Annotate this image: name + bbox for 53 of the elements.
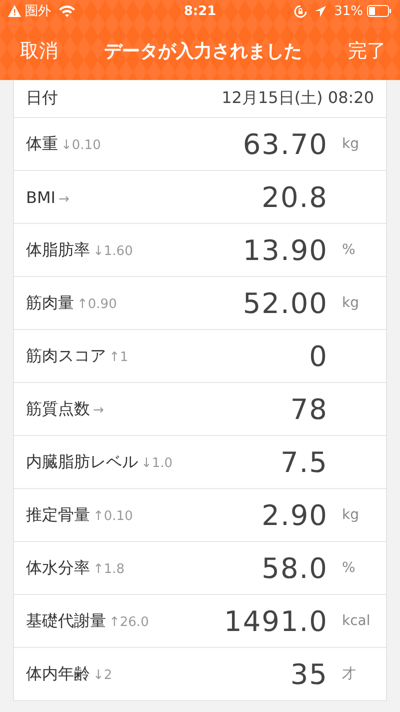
change-indicator: ↓1.60	[93, 244, 133, 258]
measure-label: 筋肉スコア	[26, 346, 106, 366]
change-indicator: ↑1.8	[93, 562, 125, 576]
change-indicator: ↓1.0	[141, 456, 173, 470]
measure-value: 58.0	[262, 552, 328, 584]
change-indicator: ↑1	[109, 350, 128, 364]
measure-value: 78	[290, 392, 328, 426]
battery-percent: 31%	[334, 4, 363, 18]
unit-label: kg	[341, 136, 360, 152]
carrier-text: 圏外	[25, 3, 51, 20]
measure-label: BMI	[26, 188, 56, 206]
unit-label: %	[341, 242, 356, 258]
status-time: 8:21	[184, 4, 216, 18]
measure-value: 35	[290, 658, 328, 690]
measure-value: 1491.0	[224, 604, 328, 638]
measure-label: 推定骨量	[26, 504, 90, 526]
measure-label: 体重	[26, 134, 58, 154]
unit-label: kg	[341, 507, 360, 523]
measure-label: 筋肉量	[26, 292, 74, 314]
measure-value: 52.00	[242, 286, 328, 320]
unit-label: 才	[341, 665, 357, 683]
nav-title: データが入力されました	[104, 40, 302, 63]
measure-label: 内臓脂肪レベル	[26, 452, 138, 472]
warning-icon	[8, 5, 21, 17]
change-indicator: ↓0.10	[61, 138, 101, 152]
change-indicator: ↑0.10	[93, 508, 133, 524]
rotation-lock-icon	[294, 4, 308, 18]
change-indicator: ↑26.0	[109, 614, 149, 630]
measure-value: 0	[309, 340, 328, 372]
measure-value: 63.70	[242, 128, 328, 160]
date-label: 日付	[26, 88, 58, 109]
measure-label: 筋質点数	[26, 398, 90, 420]
measure-value: 20.8	[262, 180, 328, 214]
measure-value: 13.90	[242, 234, 328, 266]
unit-label: kcal	[341, 613, 372, 629]
date-value: 12月15日(土) 08:20	[222, 88, 374, 109]
measure-label: 体脂肪率	[26, 240, 90, 260]
measure-value: 2.90	[262, 498, 328, 532]
battery-icon	[367, 5, 392, 17]
location-icon	[315, 6, 326, 16]
unit-label: kg	[341, 295, 360, 311]
measure-label: 体水分率	[26, 558, 90, 578]
measure-label: 体内年齢	[26, 664, 90, 684]
measure-label: 基礎代謝量	[26, 610, 106, 632]
unit-label: %	[341, 560, 356, 576]
measure-value: 7.5	[280, 446, 328, 478]
change-indicator: ↓2	[93, 668, 112, 682]
wifi-icon	[59, 5, 75, 17]
change-indicator: →	[58, 192, 70, 206]
cancel-button[interactable]: 取消	[20, 34, 58, 68]
done-button[interactable]: 完了	[348, 34, 386, 68]
change-indicator: →	[93, 402, 104, 418]
change-indicator: ↑0.90	[77, 296, 117, 312]
